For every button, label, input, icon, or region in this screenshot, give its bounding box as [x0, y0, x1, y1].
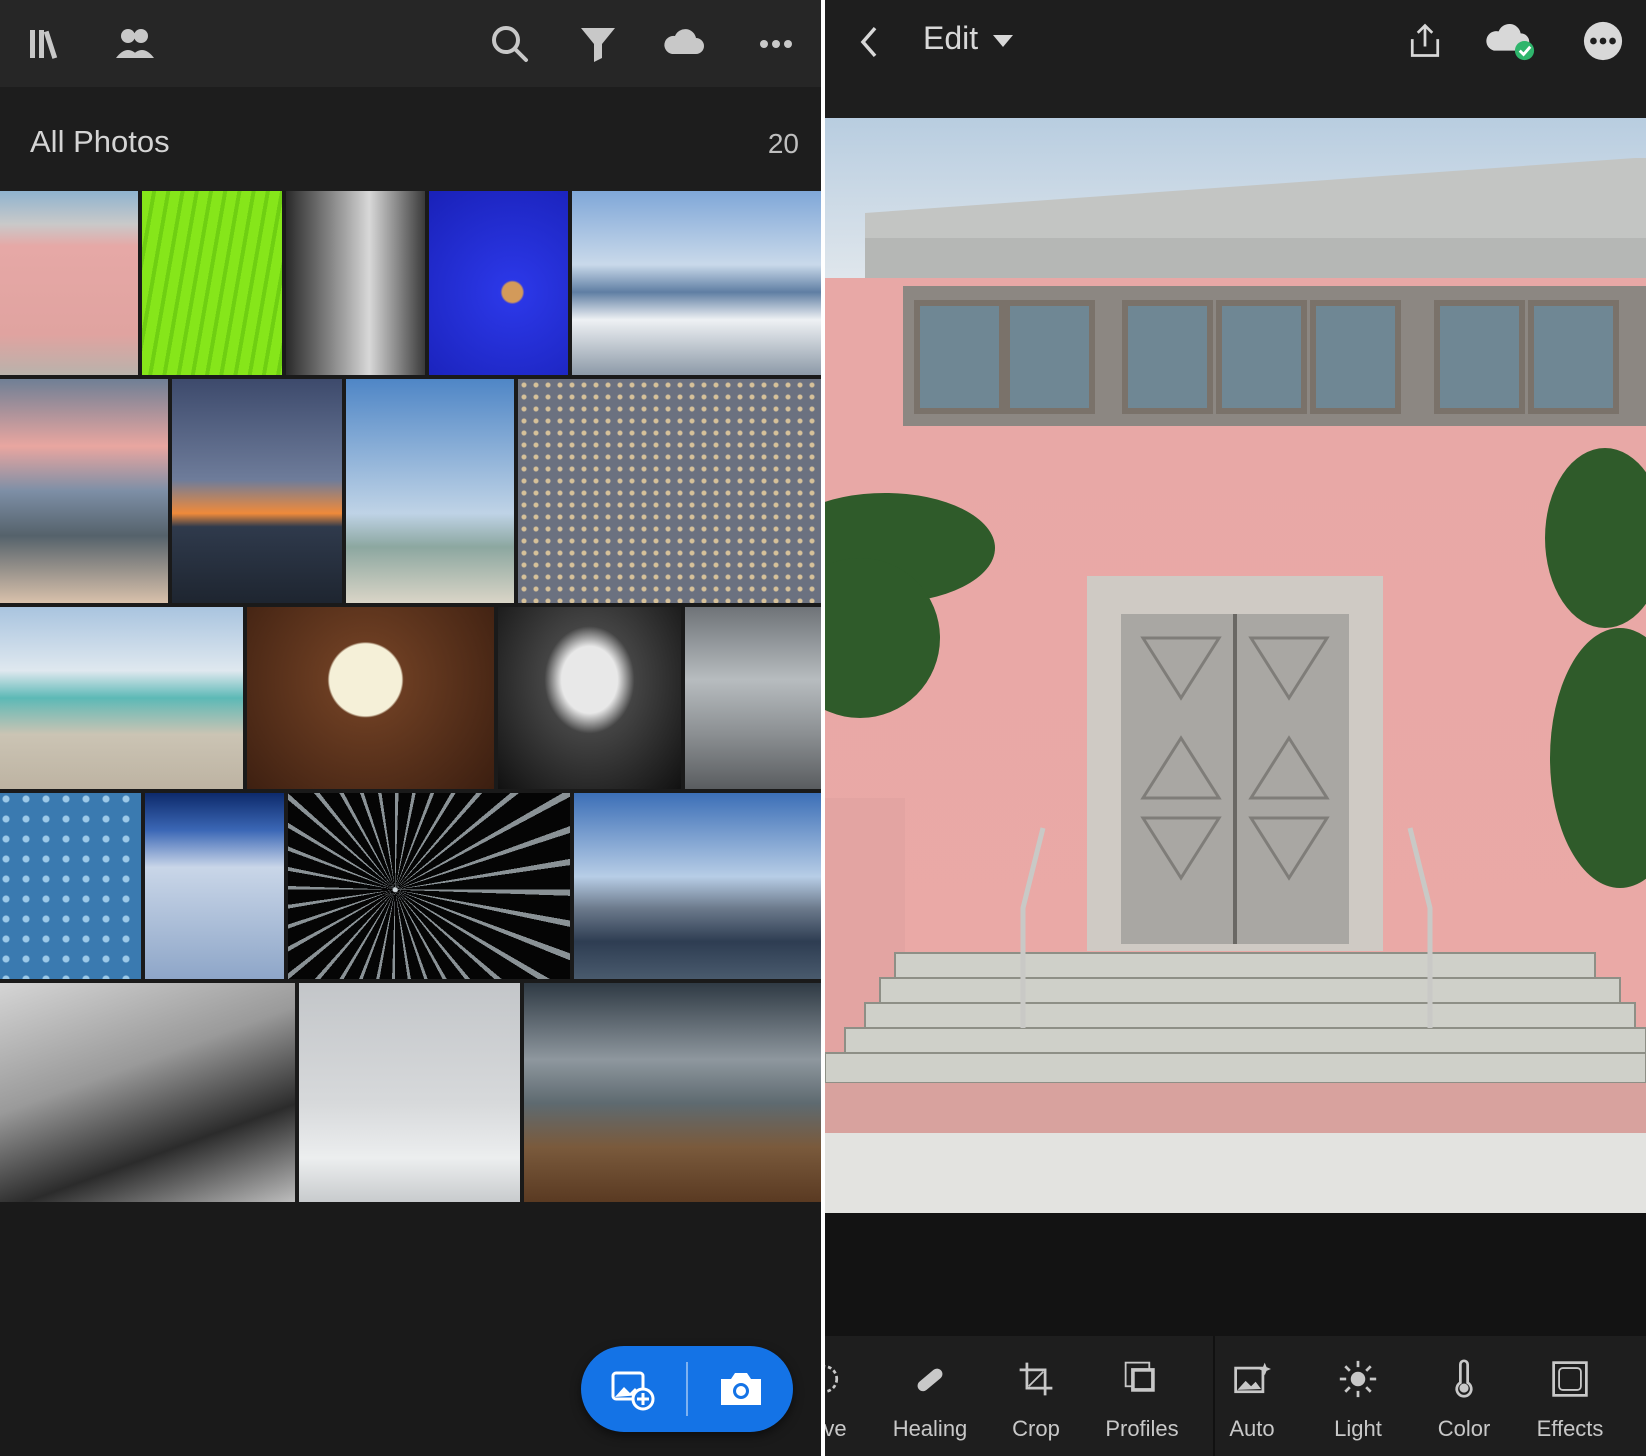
more-circle-icon: [1583, 21, 1623, 61]
share-button[interactable]: [1400, 16, 1450, 66]
selective-icon: [825, 1356, 879, 1402]
camera-button[interactable]: [689, 1346, 793, 1432]
library-toolbar: [0, 0, 821, 87]
photo-thumbnail[interactable]: [172, 379, 342, 603]
chevron-down-icon: [993, 34, 1014, 47]
back-button[interactable]: [845, 20, 893, 64]
photo-thumbnail[interactable]: [299, 983, 520, 1202]
photo-thumbnail[interactable]: [518, 379, 821, 603]
edit-tools-toolbar: ctiveHealingCropProfilesAutoLightColorEf…: [825, 1336, 1646, 1456]
fab-divider: [686, 1362, 688, 1416]
people-icon[interactable]: [108, 18, 160, 70]
photo-row: [0, 191, 821, 375]
cloud-icon[interactable]: [658, 18, 710, 70]
photo-thumbnail[interactable]: [0, 379, 168, 603]
tool-label: Profiles: [1105, 1416, 1179, 1441]
light-icon: [1303, 1356, 1413, 1402]
tool-profiles-button[interactable]: Profiles: [1087, 1336, 1197, 1456]
back-chevron-icon: [860, 26, 877, 58]
photo-thumbnail[interactable]: [247, 607, 494, 789]
edit-mode-dropdown[interactable]: Edit: [923, 20, 1014, 57]
photo-thumbnail[interactable]: [574, 793, 821, 979]
effects-icon: [1515, 1356, 1625, 1402]
section-title: All Photos: [30, 124, 170, 159]
photo-thumbnail[interactable]: [142, 191, 282, 375]
photo-thumbnail[interactable]: [0, 983, 295, 1202]
photo-canvas[interactable]: [825, 118, 1646, 1213]
photo-thumbnail[interactable]: [498, 607, 681, 789]
camera-icon: [721, 1373, 761, 1405]
photo-thumbnail[interactable]: [524, 983, 821, 1202]
cloud-sync-button[interactable]: [1484, 16, 1542, 66]
photo-thumbnail[interactable]: [145, 793, 284, 979]
add-photo-button[interactable]: [581, 1346, 685, 1432]
share-icon: [1410, 23, 1440, 57]
photo-thumbnail[interactable]: [0, 607, 243, 789]
color-icon: [1409, 1356, 1519, 1402]
tool-healing-button[interactable]: Healing: [875, 1336, 985, 1456]
photo-thumbnail[interactable]: [0, 793, 141, 979]
profiles-icon: [1087, 1356, 1197, 1402]
photo-row: [0, 607, 821, 789]
toolbar-separator: [1213, 1336, 1215, 1456]
healing-icon: [875, 1356, 985, 1402]
add-photo-icon: [611, 1371, 655, 1411]
library-pane: All Photos 20: [0, 0, 821, 1456]
tool-label: Effects: [1536, 1416, 1604, 1441]
tool-label: Color: [1437, 1416, 1491, 1441]
edit-mode-label: Edit: [923, 20, 979, 56]
search-icon[interactable]: [484, 18, 536, 70]
import-capture-fab: [581, 1346, 793, 1432]
edited-photo: [825, 118, 1646, 1213]
photo-thumbnail[interactable]: [288, 793, 570, 979]
tool-label: Light: [1334, 1416, 1382, 1441]
tool-crop-button[interactable]: Crop: [981, 1336, 1091, 1456]
photo-thumbnail[interactable]: [429, 191, 568, 375]
editor-toolbar: Edit: [825, 0, 1646, 118]
photo-row: [0, 379, 821, 603]
tool-label: Crop: [1012, 1416, 1060, 1441]
photo-thumbnail[interactable]: [346, 379, 514, 603]
tool-label: Healing: [892, 1416, 968, 1441]
tool-ctive-button[interactable]: ctive: [825, 1336, 879, 1456]
photo-row: [0, 793, 821, 979]
filter-icon[interactable]: [572, 18, 624, 70]
cloud-synced-icon: [1486, 24, 1535, 61]
editor-pane: Edit ve Healing Crop Profiles Auto Light…: [825, 0, 1646, 1456]
photo-thumbnail[interactable]: [572, 191, 821, 375]
more-options-button[interactable]: [1578, 16, 1628, 66]
more-icon[interactable]: [750, 18, 802, 70]
crop-icon: [981, 1356, 1091, 1402]
tool-light-button[interactable]: Light: [1303, 1336, 1413, 1456]
tool-effects-button[interactable]: Effects: [1515, 1336, 1625, 1456]
tool-color-button[interactable]: Color: [1409, 1336, 1519, 1456]
photo-row: [0, 983, 821, 1202]
photo-thumbnail[interactable]: [0, 191, 138, 375]
photo-thumbnail[interactable]: [286, 191, 425, 375]
tool-label: ctive: [825, 1416, 847, 1441]
library-icon[interactable]: [20, 18, 72, 70]
photo-thumbnail[interactable]: [685, 607, 821, 789]
photo-count: 20: [767, 128, 799, 159]
